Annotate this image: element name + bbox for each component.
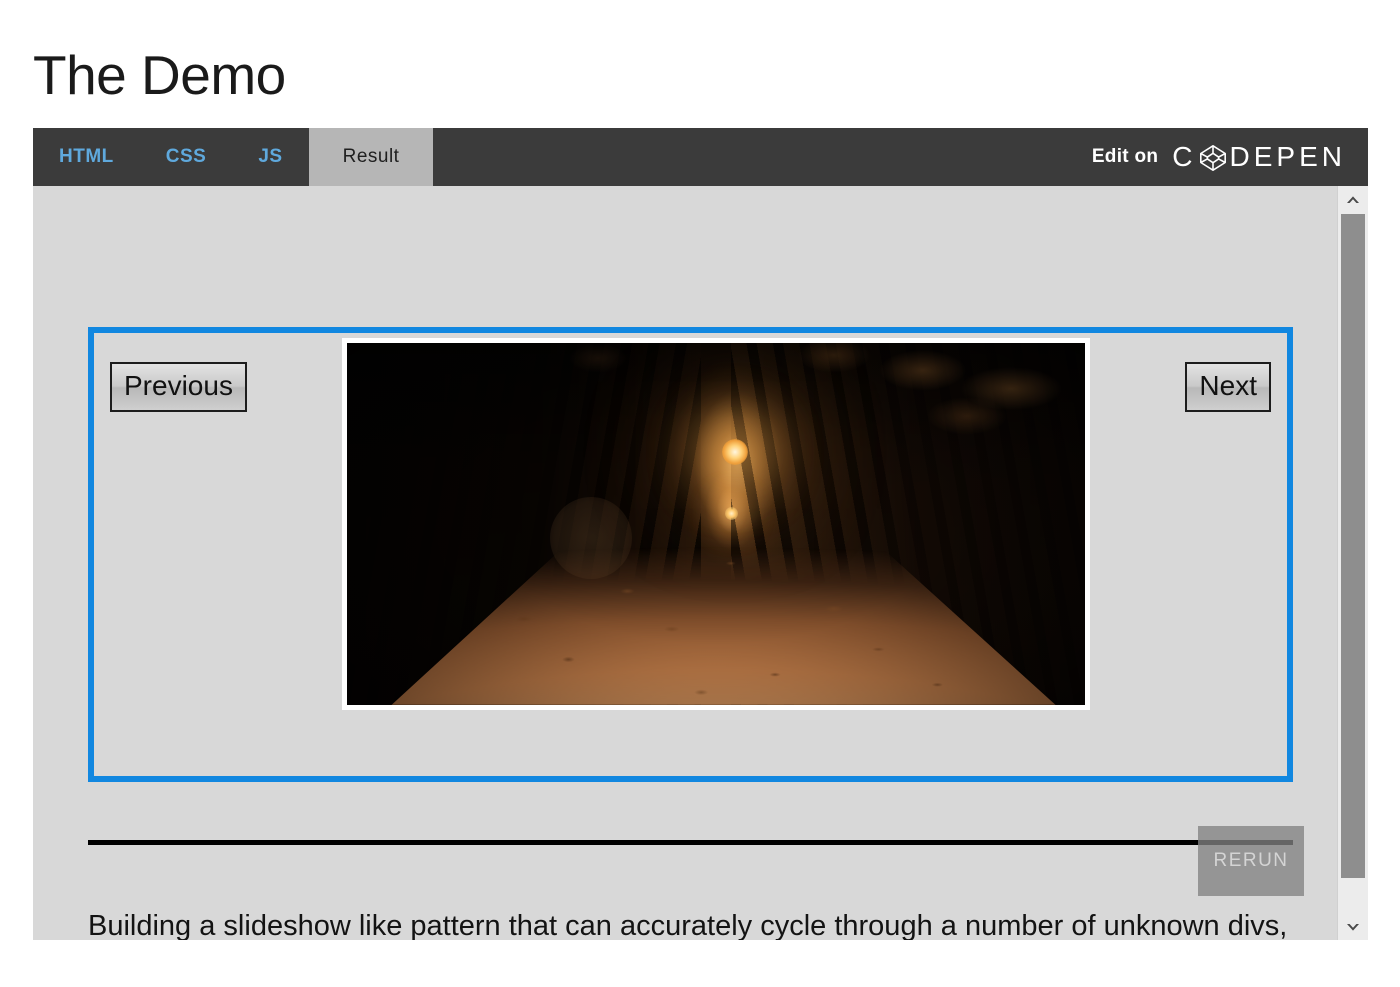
slideshow-row: Previous Next [94,333,1287,776]
next-button[interactable]: Next [1185,362,1271,412]
slide-figure [342,338,1091,710]
tab-result[interactable]: Result [308,128,434,186]
scroll-up-button[interactable] [1338,186,1368,212]
codepen-hexagon-icon [1198,143,1228,173]
result-pane: Previous Next Building a slideshow like … [33,186,1368,940]
codepen-embed: HTML CSS JS Result Edit on C DEPEN Previ… [33,128,1368,940]
tab-list: HTML CSS JS Result [33,128,434,186]
embed-toolbar: HTML CSS JS Result Edit on C DEPEN [33,128,1368,186]
scrollbar-track[interactable] [1338,212,1368,914]
horizontal-divider [88,840,1293,845]
codepen-wordmark-prefix: C [1172,141,1197,172]
page-title: The Demo [33,43,286,106]
chevron-up-icon [1345,194,1361,205]
scrollbar-thumb[interactable] [1341,214,1365,878]
tab-js[interactable]: JS [232,128,308,186]
edit-on-codepen-link[interactable]: Edit on C DEPEN [1092,128,1368,186]
result-content: Previous Next Building a slideshow like … [33,186,1338,940]
edit-on-label: Edit on [1091,146,1159,167]
codepen-wordmark-suffix: DEPEN [1229,141,1346,172]
codepen-wordmark: C DEPEN [1172,141,1346,173]
tab-html[interactable]: HTML [33,128,140,186]
previous-button[interactable]: Previous [110,362,247,412]
rerun-button[interactable]: RERUN [1198,826,1304,896]
photo-vignette [347,343,1086,705]
chevron-down-icon [1345,922,1361,933]
vertical-scrollbar[interactable] [1337,186,1368,940]
demo-description: Building a slideshow like pattern that c… [88,910,1288,940]
slide-image [347,343,1086,705]
tab-css[interactable]: CSS [140,128,233,186]
slideshow-container: Previous Next [88,327,1293,782]
scroll-down-button[interactable] [1338,914,1368,940]
